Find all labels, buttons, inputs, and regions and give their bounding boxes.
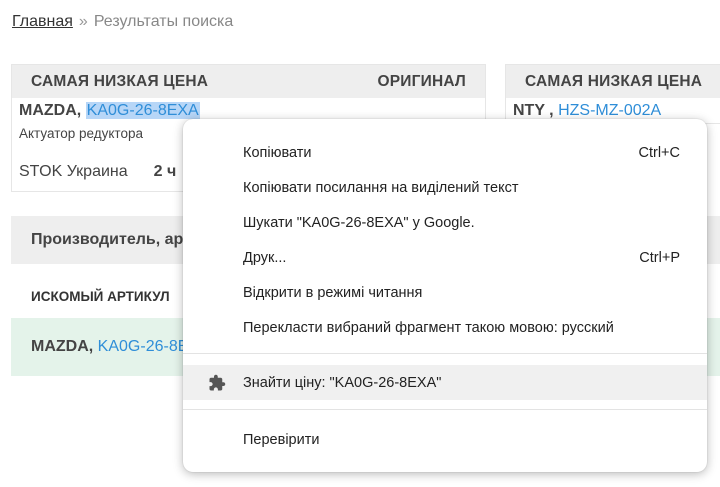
menu-item-label: Друк... xyxy=(243,249,287,266)
card-header-title: САМАЯ НИЗКАЯ ЦЕНА xyxy=(31,72,209,90)
column-header-article: ИСКОМЫЙ АРТИКУЛ xyxy=(31,289,170,304)
menu-item-reading-mode[interactable]: Відкрити в режимі читання xyxy=(183,275,707,310)
product-article-link[interactable]: KA0G-26-8EXA xyxy=(85,102,200,119)
comma: , xyxy=(544,102,554,119)
breadcrumb-home-link[interactable]: Главная xyxy=(12,13,73,30)
card-header: САМАЯ НИЗКАЯ ЦЕНА xyxy=(506,65,720,98)
menu-item-label: Перевірити xyxy=(243,431,320,448)
menu-item-label: Копіювати xyxy=(243,144,312,161)
menu-item-search-google[interactable]: Шукати "KA0G-26-8EXA" у Google. xyxy=(183,205,707,240)
stock-line: STOK Украина 2 ч xyxy=(19,163,176,181)
card-header: САМАЯ НИЗКАЯ ЦЕНА ОРИГИНАЛ xyxy=(12,65,485,98)
card-header-original: ОРИГИНАЛ xyxy=(377,72,466,90)
menu-item-label: Копіювати посилання на виділений текст xyxy=(243,179,519,196)
row-article-link[interactable]: KA0G-26-8E xyxy=(98,338,189,356)
comma: , xyxy=(76,102,82,119)
delivery-time: 2 ч xyxy=(153,163,177,180)
product-brand-line: NTY , HZS-MZ-002A xyxy=(513,102,661,120)
menu-item-translate[interactable]: Перекласти вибраний фрагмент такою мовою… xyxy=(183,310,707,345)
menu-item-label: Знайти ціну: "KA0G-26-8EXA" xyxy=(243,374,442,391)
product-brand-line: MAZDA, KA0G-26-8EXA xyxy=(19,102,200,120)
comma: , xyxy=(88,338,94,355)
breadcrumb-separator: » xyxy=(78,13,88,30)
menu-item-shortcut: Ctrl+C xyxy=(638,144,681,161)
product-brand: NTY xyxy=(513,102,545,119)
product-brand: MAZDA xyxy=(19,102,77,119)
lowest-price-analog-card: САМАЯ НИЗКАЯ ЦЕНА NTY , HZS-MZ-002A xyxy=(505,64,720,124)
row-brand: MAZDA xyxy=(31,338,89,355)
puzzle-icon xyxy=(209,374,226,391)
context-menu: Копіювати Ctrl+C Копіювати посилання на … xyxy=(183,119,707,472)
menu-item-print[interactable]: Друк... Ctrl+P xyxy=(183,240,707,275)
menu-item-shortcut: Ctrl+P xyxy=(639,249,680,266)
menu-item-label: Перекласти вибраний фрагмент такою мовою… xyxy=(243,319,614,336)
menu-item-label: Шукати "KA0G-26-8EXA" у Google. xyxy=(243,214,475,231)
product-description: Актуатор редуктора xyxy=(19,126,143,141)
menu-item-copy[interactable]: Копіювати Ctrl+C xyxy=(183,135,707,170)
supplier-name: STOK Украина xyxy=(19,163,128,180)
breadcrumb-current: Результаты поиска xyxy=(93,13,234,30)
menu-item-copy-link-to-highlight[interactable]: Копіювати посилання на виділений текст xyxy=(183,170,707,205)
menu-item-extension-find-price[interactable]: Знайти ціну: "KA0G-26-8EXA" xyxy=(183,365,707,400)
breadcrumb: Главная » Результаты поиска xyxy=(12,13,233,31)
menu-item-label: Відкрити в режимі читання xyxy=(243,284,423,301)
menu-item-inspect[interactable]: Перевірити xyxy=(183,422,707,457)
menu-divider xyxy=(183,353,707,354)
menu-divider xyxy=(183,409,707,410)
product-article-link[interactable]: HZS-MZ-002A xyxy=(558,102,661,119)
card-header-title: САМАЯ НИЗКАЯ ЦЕНА xyxy=(525,72,703,90)
